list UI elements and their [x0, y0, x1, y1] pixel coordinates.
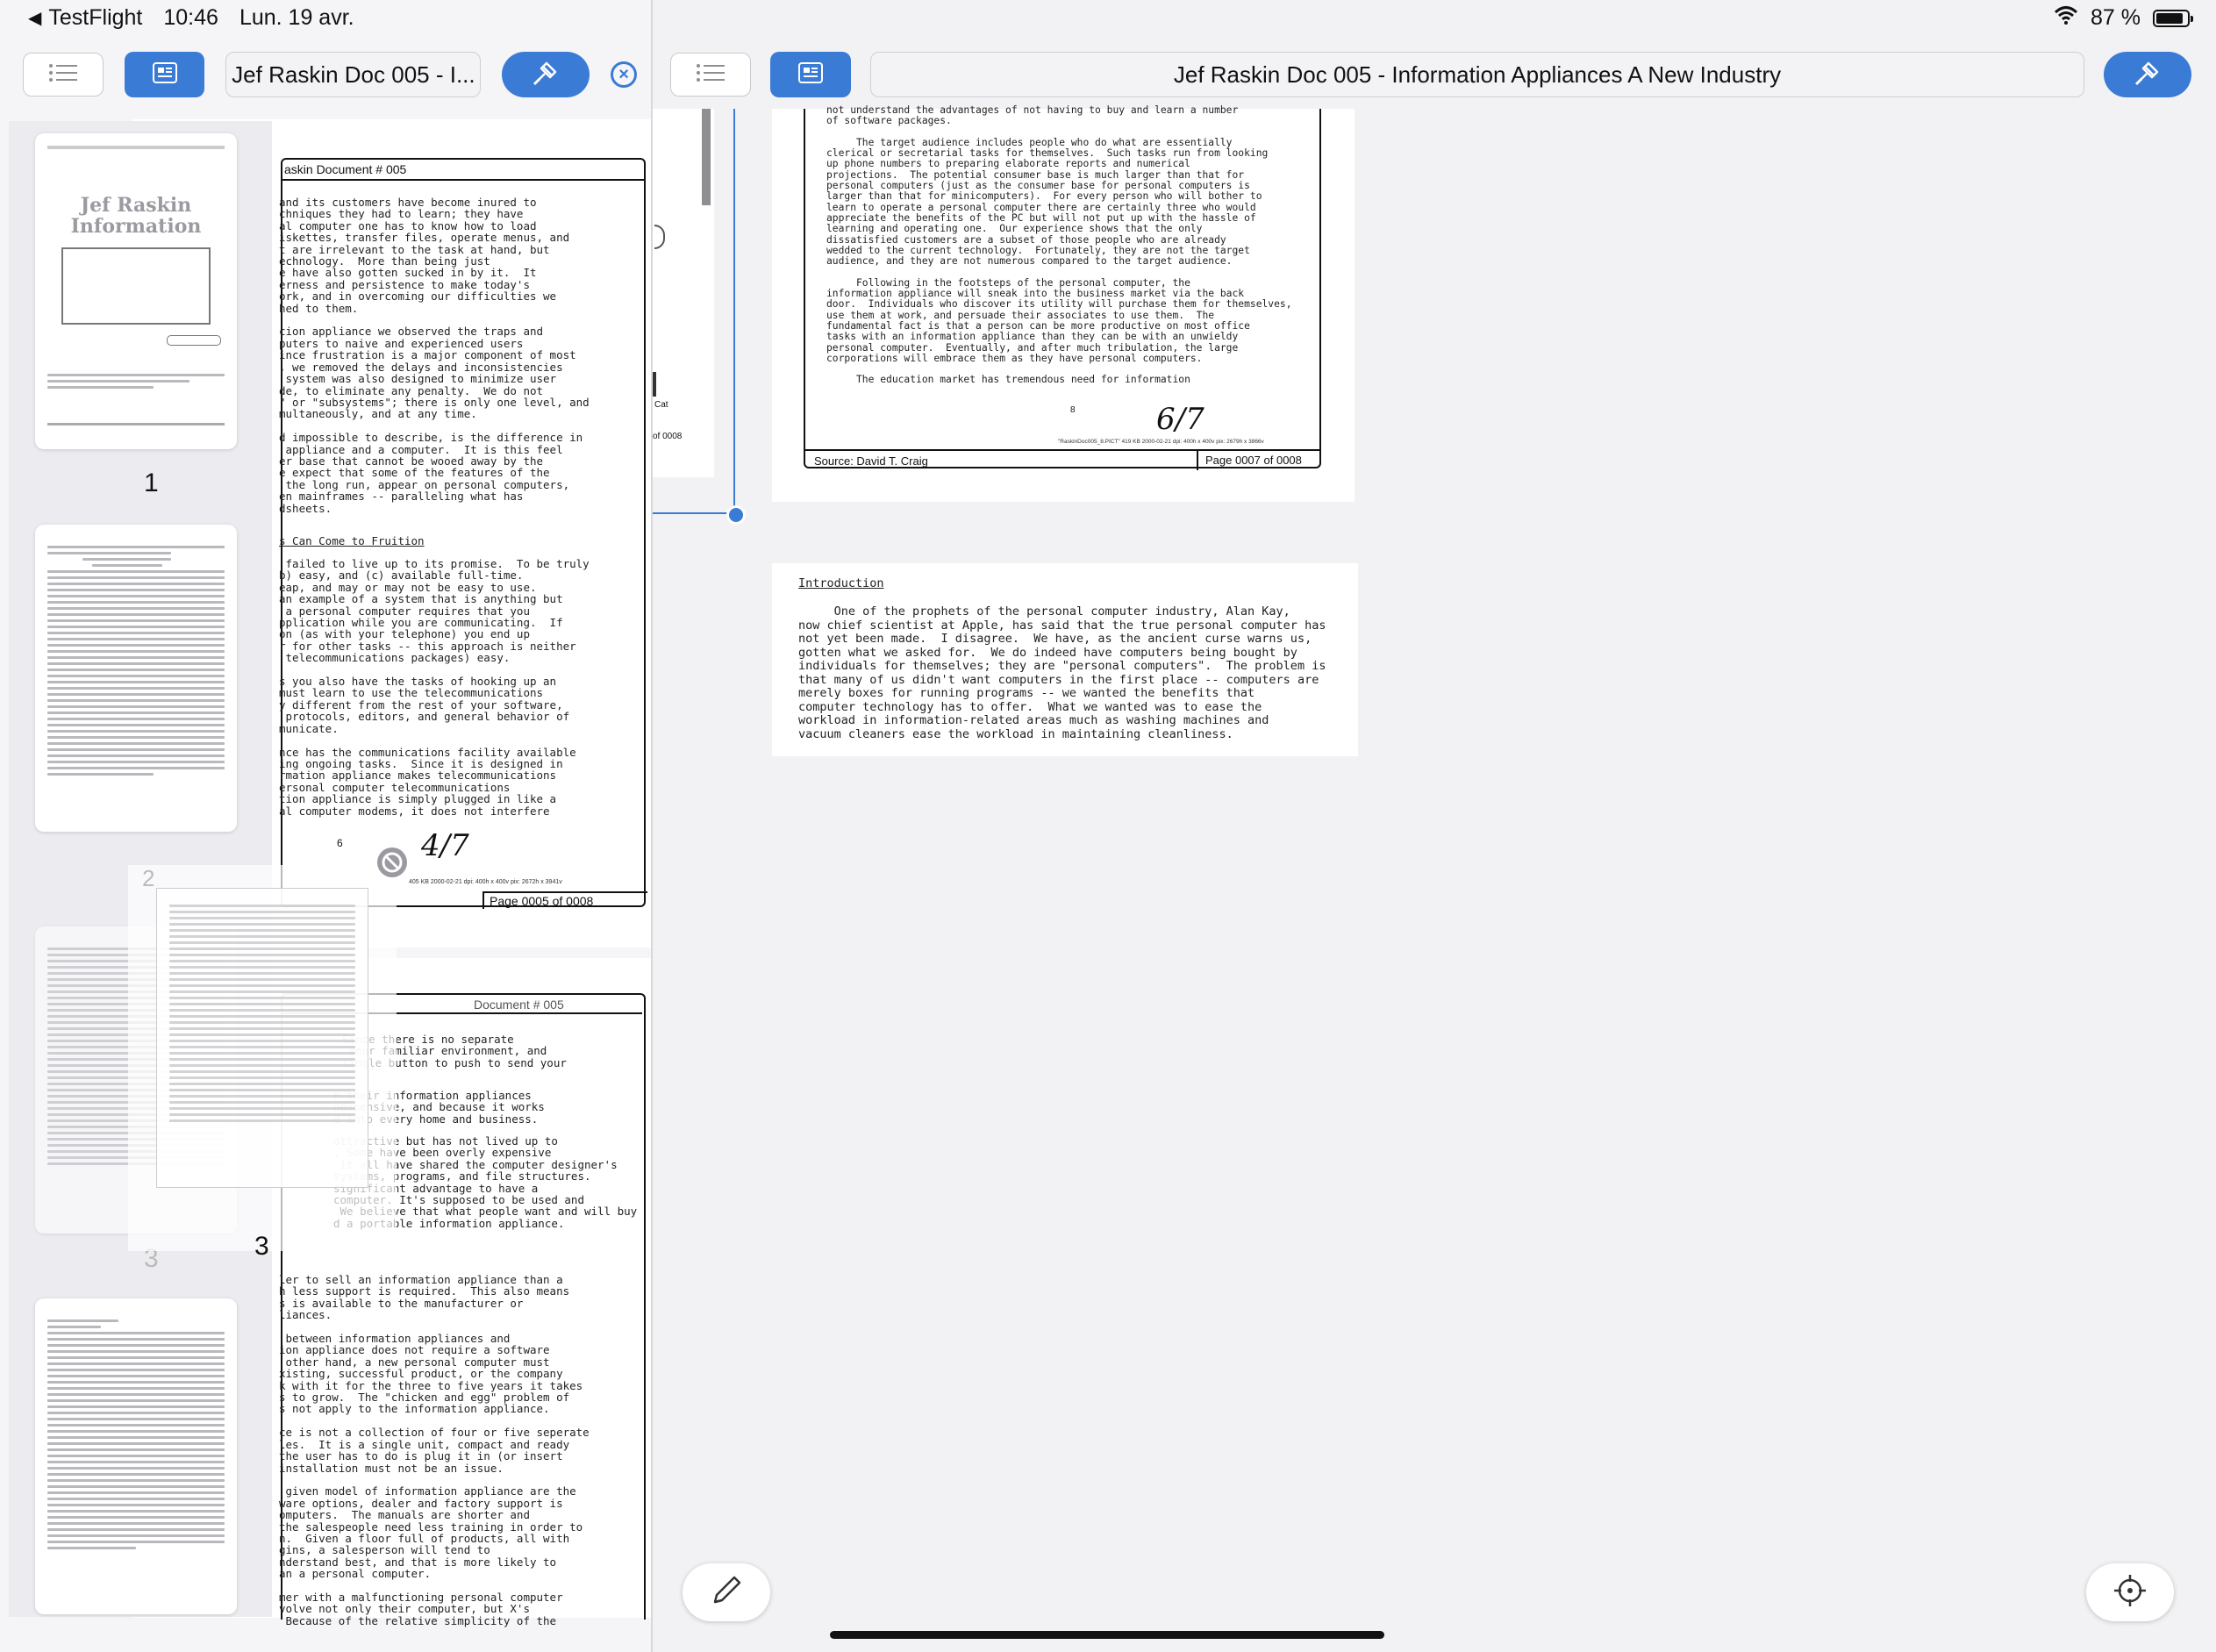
status-right: 87 %	[2054, 5, 2193, 31]
right-pane: Jef Raskin Doc 005 - Information Applian…	[653, 0, 2216, 1652]
page-7-meta: "RaskinDoc005_8.PICT" 419 KB 2000-02-21 …	[1058, 439, 1264, 445]
fragment-label: Cat	[654, 400, 668, 410]
drag-thumb-lines	[169, 901, 355, 1126]
list-button[interactable]	[23, 53, 104, 97]
thumbnail-number-1: 1	[144, 468, 159, 497]
thumb-address-lines	[47, 370, 225, 392]
selection-handle[interactable]	[726, 505, 746, 525]
intro-body: One of the prophets of the personal comp…	[798, 604, 1326, 741]
page-meta: 405 KB 2000-02-21 dpi: 400h x 400v pix: …	[409, 879, 562, 885]
not-allowed-icon	[377, 847, 407, 877]
thumbnail-view-button-right[interactable]	[770, 52, 851, 97]
thumbnail-view-icon	[798, 61, 823, 88]
close-button[interactable]: ×	[611, 61, 638, 88]
pencil-button[interactable]	[683, 1563, 770, 1621]
page-7-card: not understand the advantages of not hav…	[772, 104, 1355, 502]
document-title: Jef Raskin Doc 005 - I...	[232, 61, 475, 88]
document-title-field-right[interactable]: Jef Raskin Doc 005 - Information Applian…	[870, 52, 2084, 97]
status-bar: ◀ TestFlight 10:46 Lun. 19 avr. 87 %	[0, 0, 2216, 39]
fragment-curve	[654, 225, 665, 249]
document-title-right: Jef Raskin Doc 005 - Information Applian…	[1173, 61, 1782, 88]
intro-heading: Introduction	[798, 576, 884, 590]
drag-ghost-number: 2	[142, 865, 155, 891]
thumb-doc-number-box	[167, 335, 221, 346]
tools-icon	[531, 58, 561, 92]
wifi-icon	[2054, 5, 2078, 31]
left-toolbar: Jef Raskin Doc 005 - I... ×	[23, 49, 638, 100]
status-date: Lun. 19 avr.	[239, 5, 354, 30]
page-body-2: failed to live up to its promise. To be …	[279, 557, 590, 818]
fragment-page: of 0008	[653, 432, 683, 441]
page-7-label: Page 0007 of 0008	[1197, 451, 1302, 470]
battery-icon	[2153, 9, 2193, 27]
selection-line-horizontal	[653, 512, 733, 514]
page-header: askin Document # 005	[282, 160, 644, 181]
page-7-source: Source: David T. Craig	[814, 454, 928, 468]
thumb-header-rule	[47, 146, 225, 149]
list-button-right[interactable]	[670, 53, 751, 97]
previous-page-fragment: Cat of 0008	[653, 109, 714, 477]
page-number: 6	[337, 837, 343, 849]
page-7-handwritten: 6/7	[1156, 402, 1205, 437]
back-app-label[interactable]: TestFlight	[48, 5, 142, 31]
back-arrow-icon[interactable]: ◀	[28, 7, 41, 29]
thumb-cover-title: Jef Raskin Information	[70, 194, 202, 238]
drag-thumbnail	[156, 888, 368, 1188]
tools-button[interactable]	[502, 52, 590, 97]
list-icon	[696, 63, 726, 87]
drag-number: 3	[254, 1232, 269, 1261]
page-body-1: and its customers have become inured to …	[279, 196, 590, 515]
page-7-number: 8	[1070, 405, 1076, 415]
page-7-body: not understand the advantages of not hav…	[826, 104, 1292, 386]
close-icon: ×	[618, 64, 629, 84]
tools-button-right[interactable]	[2104, 52, 2191, 97]
introduction-card: Introduction One of the prophets of the …	[772, 563, 1358, 756]
left-pane: Jef Raskin Doc 005 - I... × askin Docume…	[0, 0, 653, 1652]
battery-fill	[2156, 12, 2183, 24]
thumbnail-page-2[interactable]	[35, 525, 237, 832]
section-heading: s Can Come to Fruition	[279, 534, 425, 547]
thumb-footer-rule	[47, 423, 225, 426]
thumbnail-view-button[interactable]	[124, 52, 205, 97]
right-toolbar: Jef Raskin Doc 005 - Information Applian…	[670, 49, 2197, 100]
home-indicator[interactable]	[830, 1631, 1384, 1639]
tools-icon	[2133, 58, 2162, 92]
page-7-footer: Source: David T. Craig Page 0007 of 0008	[805, 449, 1319, 470]
thumb-cover-box	[61, 247, 211, 325]
fragment-edge	[653, 372, 656, 397]
status-left: ◀ TestFlight 10:46 Lun. 19 avr.	[28, 5, 354, 31]
thumbnail-page-1[interactable]: Jef Raskin Information	[35, 133, 237, 449]
fragment-bar	[702, 109, 711, 205]
locate-button[interactable]	[2086, 1563, 2174, 1621]
thumb-4-lines	[47, 1316, 225, 1553]
crosshair-icon	[2112, 1573, 2148, 1613]
list-icon	[48, 63, 78, 87]
status-time: 10:46	[163, 5, 218, 30]
drag-preview[interactable]: 2 3	[128, 847, 407, 1261]
pencil-icon	[710, 1574, 743, 1612]
thumbnail-view-icon	[152, 61, 177, 88]
battery-percent: 87 %	[2091, 5, 2141, 30]
document-title-field[interactable]: Jef Raskin Doc 005 - I...	[225, 52, 482, 97]
thumb-2-lines	[47, 542, 225, 779]
handwritten-annotation: 4/7	[421, 828, 469, 863]
thumbnail-page-4[interactable]	[35, 1298, 237, 1614]
page-label: Page 0005 of 0008	[483, 891, 647, 909]
selection-line-vertical	[733, 109, 735, 512]
page-b-body-4: ler to sell an information appliance tha…	[279, 1273, 590, 1627]
